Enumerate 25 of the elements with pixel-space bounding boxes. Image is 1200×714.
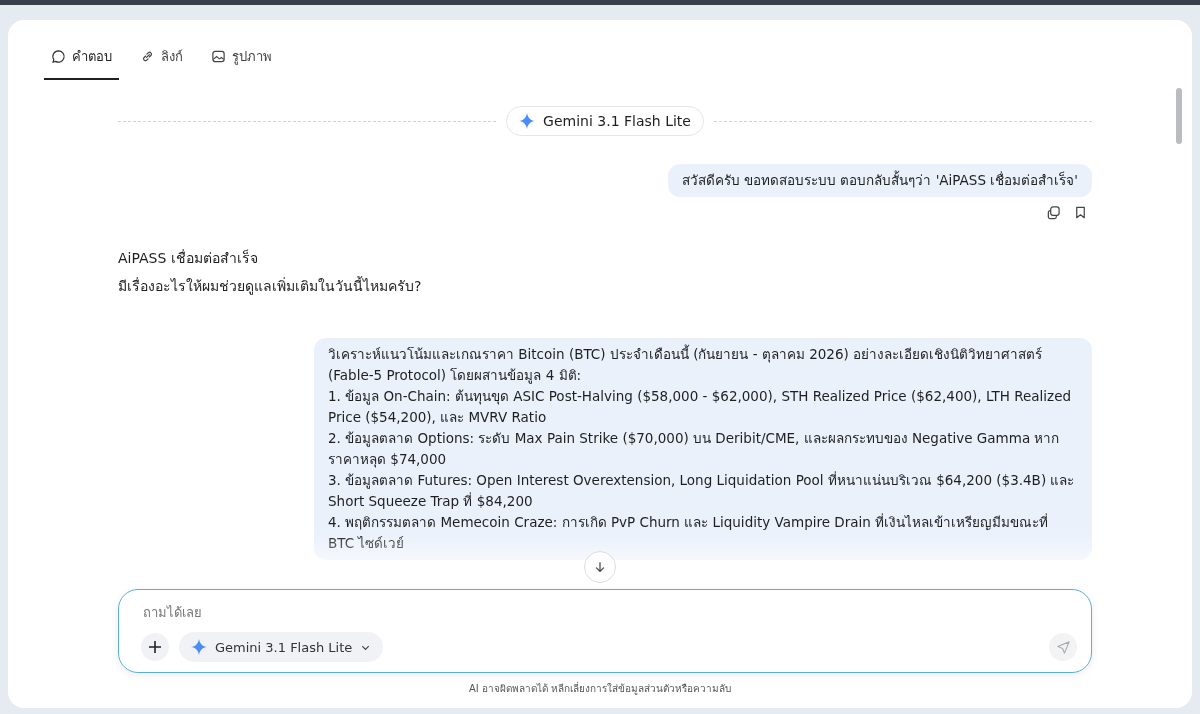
link-icon xyxy=(140,49,155,64)
disclaimer-text: AI อาจผิดพลาดได้ หลีกเลี่ยงการใส่ข้อมูลส่วนตัวหรือความลับ xyxy=(467,680,733,697)
message-text: 4. พฤติกรรมตลาด Memecoin Craze: การเกิด PvP Churn และ Liquidity Vampire Drain ที่เงินไหลเข้าเหรียญมีมขณะที่ BTC ไซด์เวย์ xyxy=(328,512,1050,553)
message-text: สวัสดีครับ ขอทดสอบระบบ ตอบกลับสั้นๆว่า 'AiPASS เชื่อมต่อสำเร็จ' xyxy=(681,170,1078,190)
message-text: 1. ข้อมูล On-Chain: ต้นทุนขุด ASIC Post-Halving ($58,000 - $62,000), STH Realized Price ($62,400), LTH Realized Price ($54,200), และ MVRV Ratio xyxy=(328,387,1073,427)
copy-icon[interactable] xyxy=(1046,205,1061,220)
bookmark-icon[interactable] xyxy=(1073,205,1088,220)
sparkle-icon xyxy=(519,113,536,129)
reply-text: มีเรื่องอะไรให้ผมช่วยดูแลเพิ่มเติมในวันนี้ไหมครับ? xyxy=(118,276,423,296)
plus-icon xyxy=(147,639,163,655)
sparkle-icon xyxy=(191,639,207,655)
tab[interactable]: ลิงก์ xyxy=(133,34,190,80)
tab[interactable]: คำตอบ xyxy=(44,34,119,80)
image-icon xyxy=(211,49,226,64)
chat-bubble-icon xyxy=(51,49,66,64)
add-button[interactable] xyxy=(141,633,169,661)
message-text: 3. ข้อมูลตลาด Futures: Open Interest Overextension, Long Liquidation Pool ที่หนาแน่นบริเวณ $64,200 ($3.4B) และ Short Squeeze Trap ที่ $84,200 xyxy=(328,470,1076,511)
tab[interactable]: รูปภาพ xyxy=(204,34,279,80)
message-text: 2. ข้อมูลตลาด Options: ระดับ Max Pain Strike ($70,000) บน Deribit/CME, และผลกระทบของ Negative Gamma หากราคาหลุด $74,000 xyxy=(328,429,1061,470)
send-icon xyxy=(1055,639,1071,655)
message-text: วิเคราะห์แนวโน้มและเกณราคา Bitcoin (BTC) ประจำเดือนนี้ (กันยายน - ตุลาคม 2026) อย่างละเอียดเชิงนิติวิทยาศาสตร์ (Fable-5 Protocol) โดยผสานข้อมูล 4 มิติ: xyxy=(328,344,1044,386)
model-selector[interactable]: Gemini 3.1 Flash Lite xyxy=(179,632,384,662)
arrow-down-icon xyxy=(593,560,607,574)
reply-text: AiPASS เชื่อมต่อสำเร็จ xyxy=(118,248,259,268)
scrollbar[interactable] xyxy=(1176,88,1182,144)
